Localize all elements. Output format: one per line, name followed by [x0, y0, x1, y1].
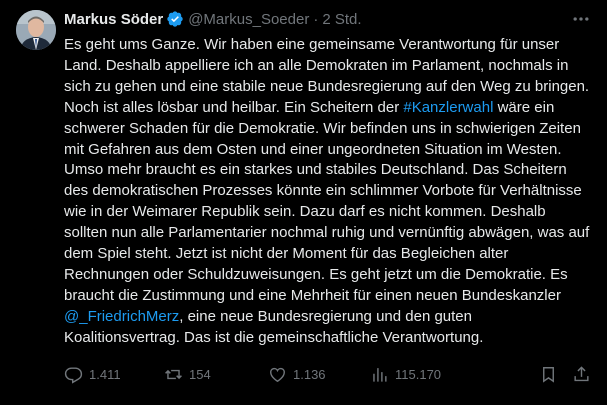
like-icon: [270, 367, 285, 382]
tweet-text: Es geht ums Ganze. Wir haben eine gemein…: [64, 35, 591, 349]
verified-badge-icon: [167, 11, 183, 27]
author-handle[interactable]: @Markus_Soeder: [188, 11, 309, 28]
views-button[interactable]: 115.170: [370, 365, 470, 384]
views-icon: [373, 367, 387, 382]
avatar[interactable]: [16, 10, 56, 50]
retweet-icon: [165, 369, 182, 379]
share-icon[interactable]: [572, 365, 591, 384]
reply-count: 1.411: [89, 366, 121, 382]
views-count: 115.170: [395, 366, 442, 382]
reply-button[interactable]: 1.411: [64, 365, 164, 384]
tweet-card[interactable]: Markus Söder @Markus_Soeder · 2 Std. Es …: [0, 0, 607, 405]
avatar-image: [16, 10, 56, 50]
separator-dot: ·: [313, 10, 319, 28]
action-bar: 1.411 154 1.136 115.170: [64, 361, 591, 387]
retweet-button[interactable]: 154: [164, 365, 268, 384]
tweet-content: Markus Söder @Markus_Soeder · 2 Std. Es …: [64, 9, 591, 349]
bookmark-icon[interactable]: [539, 365, 558, 384]
tweet-text-part: wäre ein schwerer Schaden für die Demokr…: [64, 98, 594, 304]
retweet-count: 154: [189, 366, 211, 382]
like-count: 1.136: [293, 366, 326, 382]
mention-link[interactable]: @_FriedrichMerz: [64, 308, 179, 325]
more-icon[interactable]: [571, 9, 591, 29]
author-name[interactable]: Markus Söder: [64, 11, 163, 28]
timestamp[interactable]: 2 Std.: [322, 11, 361, 28]
secondary-actions: [539, 365, 591, 384]
hashtag-link[interactable]: #Kanzlerwahl: [403, 99, 493, 116]
reply-icon: [64, 366, 83, 384]
tweet-header: Markus Söder @Markus_Soeder · 2 Std.: [64, 9, 591, 29]
like-button[interactable]: 1.136: [268, 365, 370, 384]
